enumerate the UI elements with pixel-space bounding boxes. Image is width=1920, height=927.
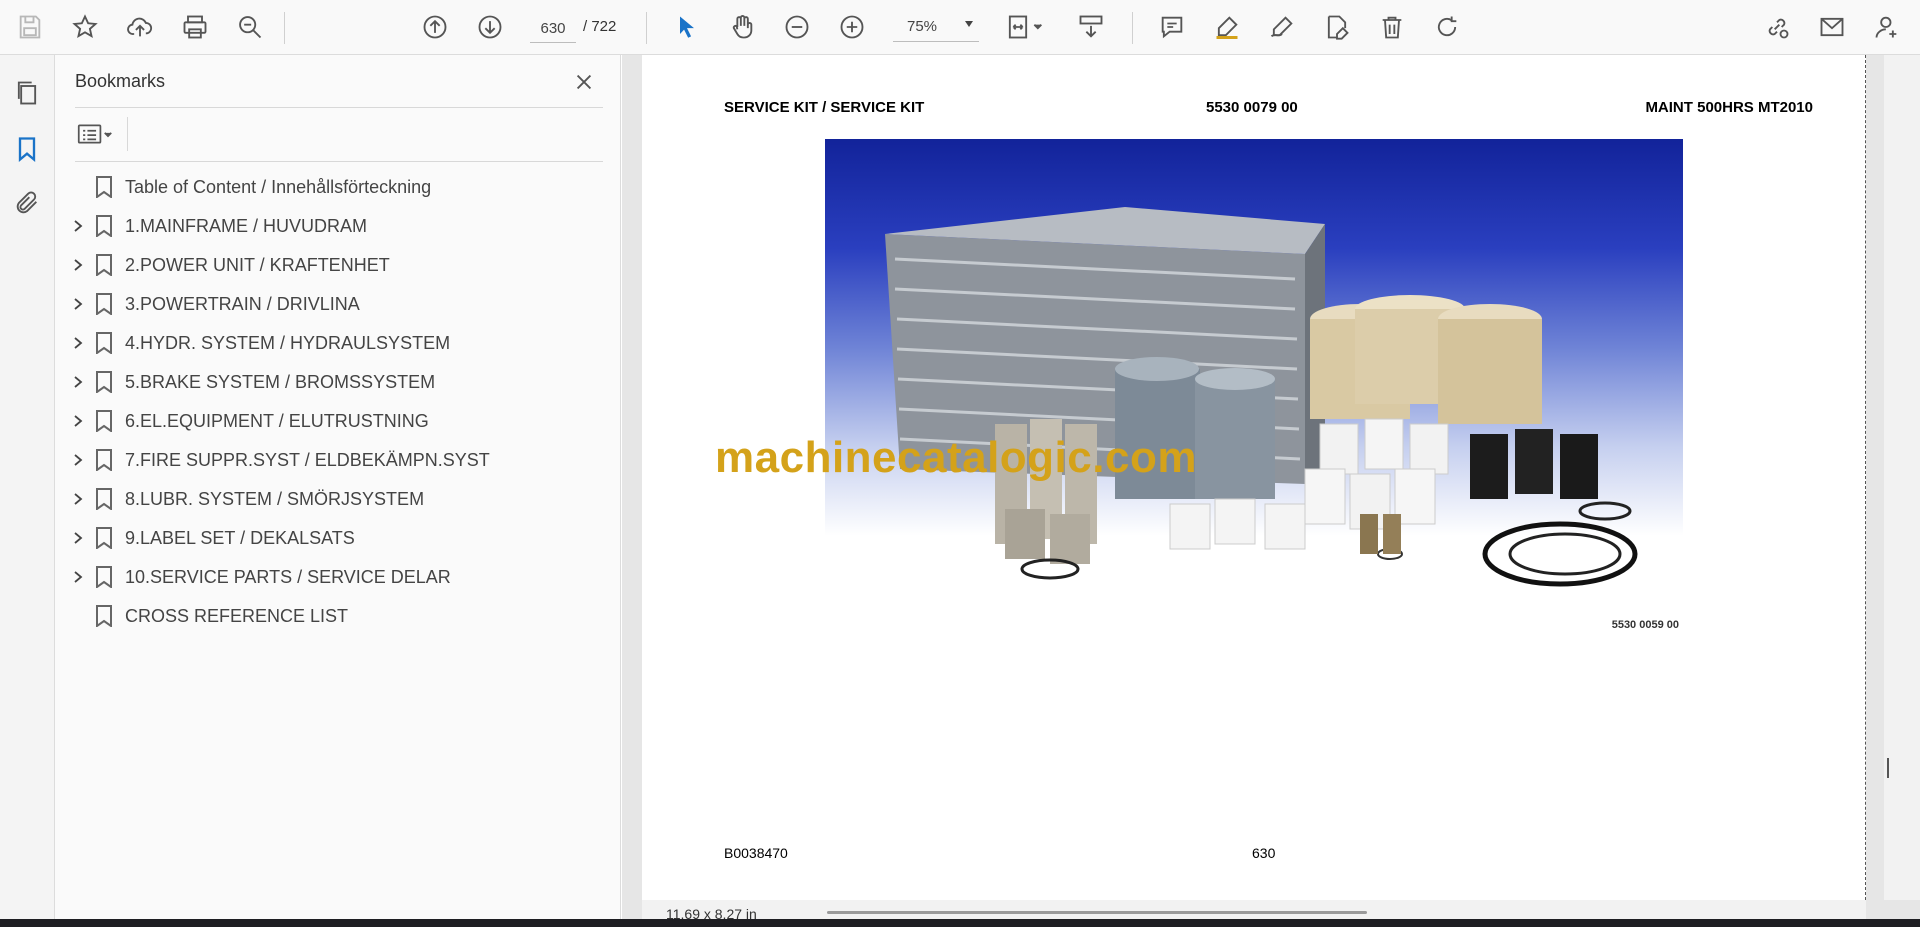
bookmark-label: 1.MAINFRAME / HUVUDRAM <box>125 216 368 236</box>
taskbar-strip <box>0 919 1920 927</box>
bookmark-item[interactable]: 1.MAINFRAME / HUVUDRAM <box>55 206 621 245</box>
bookmark-item[interactable]: 10.SERVICE PARTS / SERVICE DELAR <box>55 557 621 596</box>
bookmark-item[interactable]: 3.POWERTRAIN / DRIVLINA <box>55 284 621 323</box>
share-link-icon[interactable] <box>1760 10 1794 44</box>
comment-icon[interactable] <box>1155 10 1189 44</box>
page-header-left: SERVICE KIT / SERVICE KIT <box>724 99 925 116</box>
bookmark-item[interactable]: 6.EL.EQUIPMENT / ELUTRUSTNING <box>55 401 621 440</box>
save-icon[interactable] <box>13 10 47 44</box>
close-icon[interactable] <box>571 69 597 95</box>
chevron-right-icon[interactable] <box>70 374 86 390</box>
zoom-out-icon[interactable] <box>780 10 814 44</box>
bookmark-icon <box>96 293 112 315</box>
chevron-right-icon[interactable] <box>70 296 86 312</box>
bookmark-label: 9.LABEL SET / DEKALSATS <box>125 528 355 548</box>
document-view[interactable]: SERVICE KIT / SERVICE KIT 5530 0079 00 M… <box>622 55 1920 927</box>
chevron-right-icon[interactable] <box>70 530 86 546</box>
bookmark-icon <box>96 410 112 432</box>
page-header-center: 5530 0079 00 <box>1206 99 1298 116</box>
vertical-scrollbar[interactable] <box>1884 55 1920 900</box>
bookmark-label: 5.BRAKE SYSTEM / BROMSSYSTEM <box>125 372 436 392</box>
next-page-icon[interactable] <box>473 10 507 44</box>
image-code: 5530 0059 00 <box>1611 619 1679 631</box>
bookmark-label: 6.EL.EQUIPMENT / ELUTRUSTNING <box>125 411 429 431</box>
chevron-right-icon[interactable] <box>70 257 86 273</box>
email-icon[interactable] <box>1815 10 1849 44</box>
bookmark-icon <box>96 215 112 237</box>
bookmark-item[interactable]: 5.BRAKE SYSTEM / BROMSSYSTEM <box>55 362 621 401</box>
chevron-right-icon[interactable] <box>70 452 86 468</box>
page-total: / 722 <box>583 18 617 35</box>
bookmark-label: 8.LUBR. SYSTEM / SMÖRJSYSTEM <box>125 489 425 509</box>
page-footer-left: B0038470 <box>724 845 788 861</box>
zoom-select[interactable]: 75% <box>893 14 979 42</box>
trash-icon[interactable] <box>1375 10 1409 44</box>
bookmark-item[interactable]: 9.LABEL SET / DEKALSATS <box>55 518 621 557</box>
page-thumbnails-icon[interactable] <box>9 75 45 111</box>
vertical-scroll-thumb[interactable] <box>1887 758 1889 778</box>
page-footer-number: 630 <box>1252 845 1276 861</box>
bookmark-options-button[interactable] <box>75 117 125 151</box>
chevron-down-icon <box>965 21 973 27</box>
redo-icon[interactable] <box>1430 10 1464 44</box>
edit-document-icon[interactable] <box>1320 10 1354 44</box>
highlighter-icon[interactable] <box>1210 10 1244 44</box>
zoom-value: 75% <box>907 18 938 35</box>
bookmark-label: 2.POWER UNIT / KRAFTENHET <box>125 255 390 275</box>
hand-tool-icon[interactable] <box>725 10 759 44</box>
bookmark-item[interactable]: 8.LUBR. SYSTEM / SMÖRJSYSTEM <box>55 479 621 518</box>
chevron-right-icon[interactable] <box>70 491 86 507</box>
draw-pen-icon[interactable] <box>1265 10 1299 44</box>
bookmark-icon <box>96 176 112 198</box>
fit-page-icon[interactable] <box>1002 10 1048 44</box>
chevron-right-icon[interactable] <box>70 413 86 429</box>
bookmark-icon <box>96 449 112 471</box>
pdf-page: SERVICE KIT / SERVICE KIT 5530 0079 00 M… <box>642 55 1866 900</box>
bookmark-icon <box>96 488 112 510</box>
select-cursor-icon[interactable] <box>670 10 704 44</box>
bookmark-icon <box>96 371 112 393</box>
zoom-in-icon[interactable] <box>835 10 869 44</box>
page-header-right: MAINT 500HRS MT2010 <box>1645 99 1813 116</box>
bookmark-list: Table of Content / Innehållsförteckning 1… <box>55 167 621 635</box>
service-kit-photo: 5530 0059 00 <box>825 139 1683 635</box>
page-number-input[interactable] <box>530 14 576 43</box>
bookmark-item[interactable]: Table of Content / Innehållsförteckning <box>55 167 621 206</box>
bookmark-label: 10.SERVICE PARTS / SERVICE DELAR <box>125 567 451 587</box>
bookmark-icon <box>96 527 112 549</box>
bookmark-label: 4.HYDR. SYSTEM / HYDRAULSYSTEM <box>125 333 451 353</box>
page-scroll-icon[interactable] <box>1074 10 1108 44</box>
bookmark-item[interactable]: 7.FIRE SUPPR.SYST / ELDBEKÄMPN.SYST <box>55 440 621 479</box>
previous-page-icon[interactable] <box>418 10 452 44</box>
bookmark-item[interactable]: 2.POWER UNIT / KRAFTENHET <box>55 245 621 284</box>
chevron-right-icon[interactable] <box>70 218 86 234</box>
bookmark-icon <box>96 254 112 276</box>
star-icon[interactable] <box>68 10 102 44</box>
watermark-text: machinecatalogic.com <box>715 433 1197 482</box>
cloud-upload-icon[interactable] <box>123 10 157 44</box>
print-icon[interactable] <box>178 10 212 44</box>
attachments-icon[interactable] <box>9 185 45 221</box>
panel-title: Bookmarks <box>75 71 166 91</box>
bookmark-label: CROSS REFERENCE LIST <box>125 606 349 626</box>
user-account-icon[interactable] <box>1870 10 1904 44</box>
bookmark-icon <box>96 566 112 588</box>
chevron-right-icon[interactable] <box>70 569 86 585</box>
bookmark-item[interactable]: CROSS REFERENCE LIST <box>55 596 621 635</box>
search-zoom-icon[interactable] <box>233 10 267 44</box>
bookmark-label: Table of Content / Innehållsförteckning <box>125 177 432 197</box>
bookmarks-panel: Bookmarks Table of Content / Innehållsfö… <box>55 55 621 927</box>
bookmark-item[interactable]: 4.HYDR. SYSTEM / HYDRAULSYSTEM <box>55 323 621 362</box>
navigation-rail <box>0 55 55 927</box>
bookmark-label: 3.POWERTRAIN / DRIVLINA <box>125 294 360 314</box>
bookmark-icon <box>96 332 112 354</box>
horizontal-scrollbar[interactable] <box>827 911 1367 914</box>
chevron-right-icon[interactable] <box>70 335 86 351</box>
main-toolbar: / 722 75% <box>0 0 1920 55</box>
bookmark-label: 7.FIRE SUPPR.SYST / ELDBEKÄMPN.SYST <box>125 450 490 470</box>
bookmarks-icon[interactable] <box>9 131 45 167</box>
bookmark-icon <box>96 605 112 627</box>
